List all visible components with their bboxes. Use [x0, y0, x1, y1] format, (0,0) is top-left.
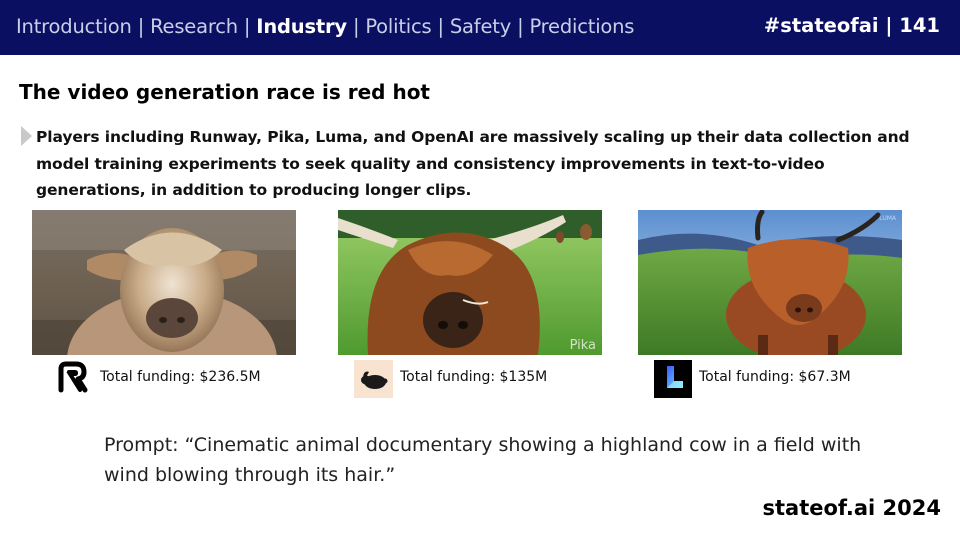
section-nav: Introduction | Research | Industry | Pol…: [16, 15, 634, 38]
nav-item-safety[interactable]: Safety: [450, 15, 511, 38]
nav-item-introduction[interactable]: Introduction: [16, 15, 132, 38]
pika-funding: Total funding: $135M: [400, 369, 548, 385]
hashtag-page-number: #stateofai | 141: [763, 14, 940, 37]
bullet-arrow-icon: [21, 126, 32, 146]
runway-video-frame: [32, 210, 296, 355]
nav-item-predictions[interactable]: Predictions: [529, 15, 634, 38]
highland-cow-image-pika: Pika: [338, 210, 602, 355]
highland-cow-image-luma: LUMA: [638, 210, 902, 355]
runway-logo-icon: [58, 361, 88, 393]
prompt-text: Prompt: “Cinematic animal documentary sh…: [104, 434, 862, 486]
nav-item-industry[interactable]: Industry: [256, 15, 347, 38]
nav-separator: |: [137, 15, 145, 38]
luma-video-frame: LUMA: [638, 210, 902, 355]
nav-separator: |: [243, 15, 251, 38]
pika-video-frame: Pika: [338, 210, 602, 355]
footer-brand: stateof.ai 2024: [762, 496, 941, 520]
nav-item-research[interactable]: Research: [150, 15, 238, 38]
slide-title: The video generation race is red hot: [19, 80, 430, 104]
pika-watermark: Pika: [570, 338, 596, 353]
nav-separator: |: [352, 15, 360, 38]
bullet-text: Players including Runway, Pika, Luma, an…: [36, 128, 910, 199]
nav-separator: |: [437, 15, 445, 38]
nav-separator: |: [517, 15, 524, 38]
highland-cow-image-runway: [32, 210, 296, 355]
luma-logo-icon: [654, 360, 692, 398]
nav-item-politics[interactable]: Politics: [365, 15, 431, 38]
luma-watermark: LUMA: [879, 215, 897, 222]
header-bar: Introduction | Research | Industry | Pol…: [0, 0, 960, 55]
luma-funding: Total funding: $67.3M: [699, 369, 851, 385]
pika-rabbit-logo-icon: [354, 360, 393, 398]
runway-funding: Total funding: $236.5M: [100, 369, 261, 385]
